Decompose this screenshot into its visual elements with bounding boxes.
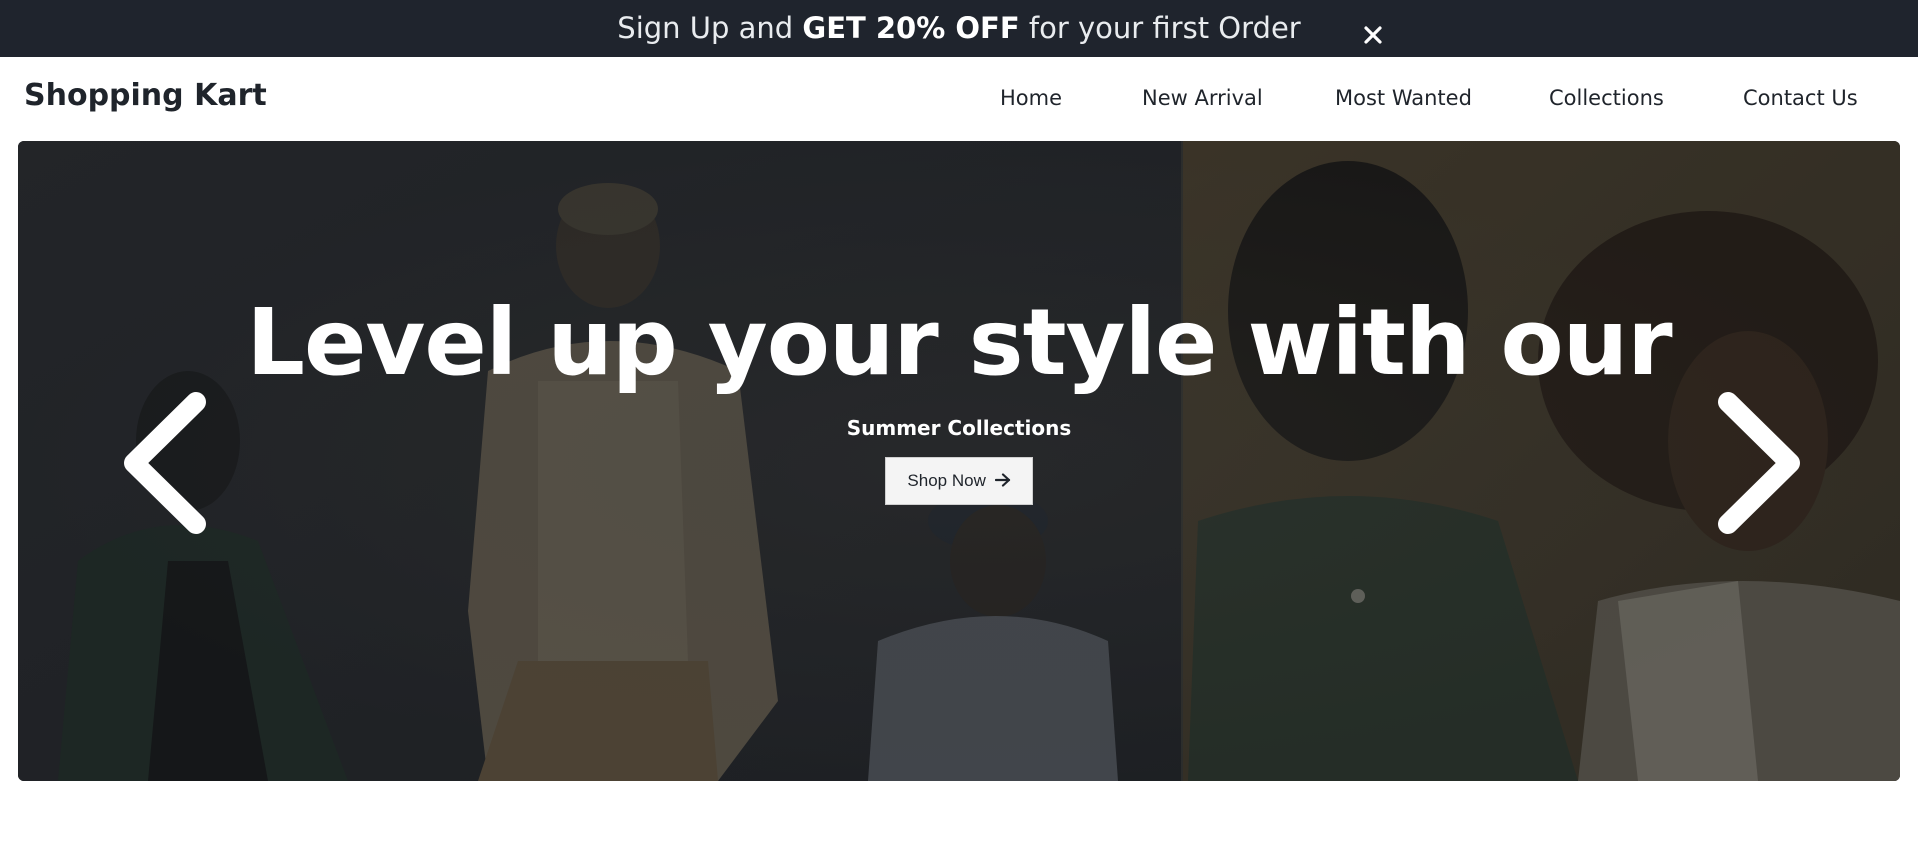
nav-new-arrival[interactable]: New Arrival — [1142, 86, 1263, 110]
shop-now-label: Shop Now — [907, 471, 986, 490]
hero-subtitle: Summer Collections — [846, 416, 1072, 440]
hero-slider: Level up your style with our Summer Coll… — [18, 141, 1900, 781]
hero-title: Level up your style with our — [246, 289, 1672, 396]
arrow-right-icon — [994, 458, 1011, 504]
site-header: Shopping Kart Home New Arrival Most Want… — [0, 57, 1918, 141]
announcement-text: Sign Up and GET 20% OFF for your first O… — [0, 0, 1918, 57]
announcement-suffix: for your first Order — [1019, 11, 1301, 45]
nav-collections[interactable]: Collections — [1549, 86, 1664, 110]
nav-most-wanted[interactable]: Most Wanted — [1335, 86, 1472, 110]
nav-contact-us[interactable]: Contact Us — [1743, 86, 1858, 110]
announcement-prefix: Sign Up and — [617, 11, 803, 45]
shop-now-button[interactable]: Shop Now — [885, 457, 1033, 505]
chevron-right-icon[interactable] — [1708, 388, 1808, 538]
main-nav: Home New Arrival Most Wanted Collections… — [0, 86, 1918, 116]
announcement-bar: Sign Up and GET 20% OFF for your first O… — [0, 0, 1918, 57]
announcement-highlight: GET 20% OFF — [802, 11, 1020, 45]
close-icon[interactable] — [1358, 12, 1388, 44]
nav-home[interactable]: Home — [1000, 86, 1062, 110]
chevron-left-icon[interactable] — [116, 388, 216, 538]
